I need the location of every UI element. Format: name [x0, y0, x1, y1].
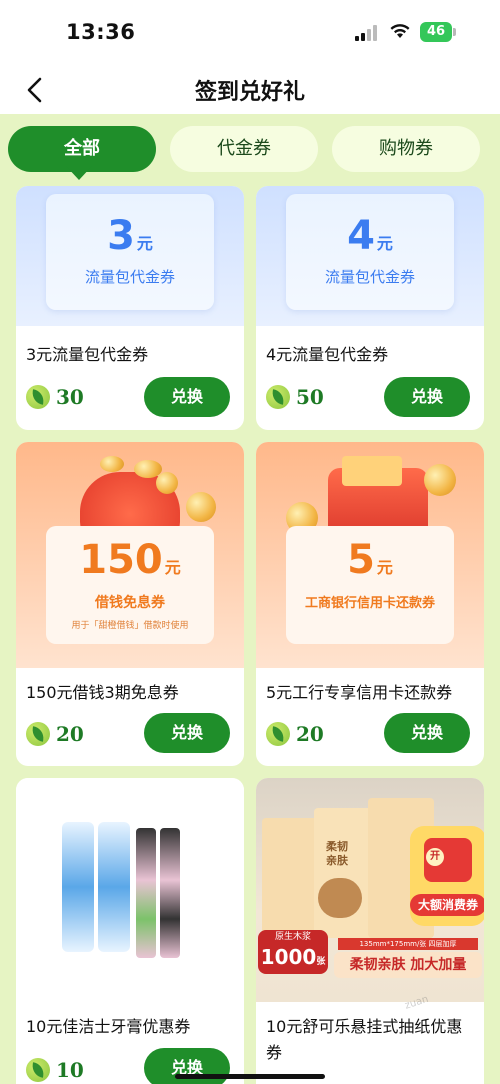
voucher-amount: 3元: [107, 213, 153, 259]
tab-shopping-coupon[interactable]: 购物券: [332, 126, 480, 172]
promo-badge: 开 大额消费券: [410, 826, 484, 926]
coin-graphic: [424, 464, 456, 496]
capybara-graphic: [318, 878, 362, 918]
card-title: 3元流量包代金券: [26, 345, 149, 364]
voucher-amount: 150 元: [79, 537, 181, 583]
voucher-subtitle: 工商银行信用卡还款券: [304, 596, 435, 611]
wifi-icon: [390, 24, 410, 38]
status-time: 13:36: [66, 20, 136, 44]
price-value: 20: [296, 722, 324, 746]
active-tab-indicator: [66, 166, 92, 180]
card-image: 3元 流量包代金券: [16, 186, 244, 326]
tissue-box-label: 柔韧亲肤: [326, 840, 348, 867]
reward-card[interactable]: 3元 流量包代金券 3元流量包代金券 30 兑换: [16, 186, 244, 430]
voucher-amount: 4元: [347, 213, 393, 259]
voucher-note: 用于「甜橙借钱」借款时使用: [71, 621, 189, 631]
leaf-coin-icon: [26, 385, 50, 409]
card-title: 150元借钱3期免息券: [26, 683, 179, 702]
price-value: 10: [56, 1058, 84, 1082]
status-bar: 13:36 46: [0, 0, 500, 66]
leaf-coin-icon: [26, 1058, 50, 1082]
battery-icon: 46: [420, 22, 456, 42]
reward-card[interactable]: 150 元 借钱免息券 用于「甜橙借钱」借款时使用 150元借钱3期免息券 20 …: [16, 442, 244, 766]
battery-level: 46: [420, 22, 452, 42]
leaf-coin-icon: [266, 385, 290, 409]
card-image: 4元 流量包代金券: [256, 186, 484, 326]
voucher-subtitle: 流量包代金券: [324, 268, 415, 286]
price: 50: [266, 383, 324, 411]
price: 20: [266, 720, 324, 748]
leaf-coin-icon: [26, 722, 50, 746]
exchange-button[interactable]: 兑换: [144, 377, 230, 417]
price: 30: [26, 383, 84, 411]
card-title: 10元佳洁士牙膏优惠券: [26, 1017, 191, 1036]
voucher-graphic: 3元 流量包代金券: [46, 194, 214, 310]
price-value: 30: [56, 385, 84, 409]
card-title: 5元工行专享信用卡还款券: [266, 683, 453, 702]
card-title: 4元流量包代金券: [266, 345, 389, 364]
slogan-banner: 柔韧亲肤 加大加量: [334, 952, 482, 978]
toothbrush-graphic: [160, 828, 180, 958]
exchange-button[interactable]: 兑换: [384, 377, 470, 417]
voucher-subtitle: 流量包代金券: [84, 268, 175, 286]
promo-open-label: 开: [426, 848, 444, 866]
signal-icon: [355, 25, 377, 41]
content-area: 全部 代金券 购物券 3元 流量包代金券 3元流量包代金券 30 兑换 4元 流…: [0, 114, 500, 1084]
promo-big-label: 大额消费券: [410, 894, 484, 916]
count-badge: 原生木浆 1000张: [258, 930, 328, 974]
count-value: 1000张: [260, 945, 326, 969]
tab-all[interactable]: 全部: [8, 126, 156, 172]
card-image: 5元 工商银行信用卡还款券: [256, 442, 484, 668]
home-indicator: [175, 1074, 325, 1079]
toothpaste-graphic: [62, 822, 94, 952]
page-title: 签到兑好礼: [194, 80, 305, 105]
price-value: 20: [56, 722, 84, 746]
tab-voucher[interactable]: 代金券: [170, 126, 318, 172]
voucher-amount: 5元: [347, 537, 393, 583]
material-label: 原生木浆: [274, 932, 311, 942]
price: 20: [26, 720, 84, 748]
card-graphic: [342, 456, 402, 486]
reward-card[interactable]: 柔韧亲肤 开 大额消费券 135mm*175mm/张 四层加厚 原生木浆 100…: [256, 778, 484, 1084]
exchange-button[interactable]: 兑换: [384, 713, 470, 753]
price-value: 50: [296, 385, 324, 409]
voucher-graphic: 4元 流量包代金券: [286, 194, 454, 310]
card-image: [16, 778, 244, 1002]
toothbrush-graphic: [136, 828, 156, 958]
card-image: 柔韧亲肤 开 大额消费券 135mm*175mm/张 四层加厚 原生木浆 100…: [256, 778, 484, 1002]
coin-graphic: [186, 492, 216, 522]
toothpaste-graphic: [98, 822, 130, 952]
reward-card[interactable]: 4元 流量包代金券 4元流量包代金券 50 兑换: [256, 186, 484, 430]
tab-bar: 全部 代金券 购物券: [0, 126, 500, 180]
voucher-graphic: 150 元 借钱免息券 用于「甜橙借钱」借款时使用: [46, 526, 214, 644]
price: 10: [26, 1056, 84, 1084]
leaf-coin-icon: [266, 722, 290, 746]
exchange-button[interactable]: 兑换: [144, 713, 230, 753]
coin-graphic: [156, 472, 178, 494]
coin-graphic: [100, 456, 124, 472]
card-title: 10元舒可乐悬挂式抽纸优惠券: [266, 1017, 463, 1062]
size-label: 135mm*175mm/张 四层加厚: [338, 938, 478, 950]
voucher-graphic: 5元 工商银行信用卡还款券: [286, 526, 454, 644]
nav-bar: 签到兑好礼: [0, 66, 500, 114]
reward-card[interactable]: 10元佳洁士牙膏优惠券 10 兑换: [16, 778, 244, 1084]
voucher-subtitle: 借钱免息券: [95, 595, 165, 611]
card-image: 150 元 借钱免息券 用于「甜橙借钱」借款时使用: [16, 442, 244, 668]
reward-card[interactable]: 5元 工商银行信用卡还款券 5元工行专享信用卡还款券 20 兑换: [256, 442, 484, 766]
